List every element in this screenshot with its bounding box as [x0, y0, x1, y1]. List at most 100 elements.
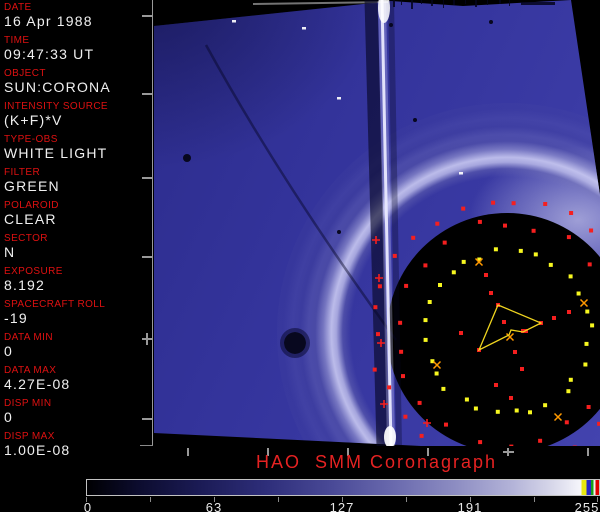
calibration-dot	[511, 201, 516, 206]
metadata-field: FILTER GREEN	[4, 167, 150, 194]
metadata-value: (K+F)*V	[4, 112, 63, 128]
calibration-dot	[461, 206, 466, 211]
calibration-dot	[491, 200, 496, 205]
calibration-dot	[543, 202, 548, 206]
metadata-field: SPACECRAFT ROLL -19	[4, 299, 150, 326]
calibration-dot	[441, 386, 446, 391]
calibration-dot	[576, 291, 581, 296]
colorbar-tick	[406, 497, 407, 502]
metadata-field: INTENSITY SOURCE (K+F)*V	[4, 101, 150, 128]
calibration-dot	[423, 318, 428, 323]
metadata-value: 09:47:33 UT	[4, 46, 95, 62]
metadata-label: POLAROID	[4, 200, 59, 211]
left-tick	[142, 93, 152, 95]
pointer-polygon	[477, 304, 543, 352]
metadata-sidebar: DATE 16 Apr 1988 TIME 09:47:33 UT OBJECT SUN:…	[0, 0, 152, 460]
colorbar-label: 255	[574, 500, 600, 512]
top-edge-serrations	[393, 0, 555, 9]
metadata-field: DATA MIN 0	[4, 332, 150, 359]
metadata-field: TYPE-OBS WHITE LIGHT	[4, 134, 150, 161]
coronagraph-image	[153, 0, 600, 446]
calibration-dot	[518, 248, 523, 253]
left-tick	[142, 256, 152, 258]
colorbar-label: 0	[83, 500, 93, 512]
metadata-label: EXPOSURE	[4, 266, 63, 277]
metadata-label: DATA MIN	[4, 332, 53, 343]
calibration-dot	[590, 323, 595, 328]
calibration-dot	[442, 240, 447, 245]
calibration-dot	[584, 341, 589, 346]
calibration-dot	[587, 262, 592, 267]
metadata-label: DISP MIN	[4, 398, 52, 409]
calibration-dot	[376, 332, 380, 337]
metadata-label: FILTER	[4, 167, 41, 178]
metadata-value: CLEAR	[4, 211, 57, 227]
metadata-field: OBJECT SUN:CORONA	[4, 68, 150, 95]
metadata-value: WHITE LIGHT	[4, 145, 108, 161]
calibration-dot	[572, 445, 577, 446]
calibration-dot	[435, 221, 440, 226]
calibration-dot	[543, 403, 548, 408]
calibration-dot	[586, 405, 591, 409]
dark-dust-spots	[183, 20, 493, 358]
metadata-value: GREEN	[4, 178, 60, 194]
calibration-dot	[387, 385, 392, 390]
calibration-dot	[514, 408, 519, 413]
metadata-value: 0	[4, 343, 13, 359]
inner-red-dots	[459, 273, 571, 400]
calibration-dot	[533, 252, 538, 257]
calibration-dot	[423, 263, 428, 268]
calibration-dot	[585, 309, 590, 314]
metadata-label: SPACECRAFT ROLL	[4, 299, 106, 310]
calibration-dot	[427, 300, 432, 304]
calibration-dot	[377, 284, 382, 289]
calibration-dot	[392, 253, 397, 258]
metadata-value: N	[4, 244, 16, 260]
calibration-dot	[423, 337, 428, 342]
calibration-dot	[478, 440, 483, 445]
calibration-dot	[373, 305, 378, 310]
calibration-dot	[411, 235, 416, 240]
colorbar-tick	[150, 497, 151, 502]
left-tick	[142, 177, 152, 179]
metadata-label: DATA MAX	[4, 365, 57, 376]
colorbar-gradient	[86, 479, 600, 496]
metadata-field: POLAROID CLEAR	[4, 200, 150, 227]
calibration-dot	[495, 409, 500, 414]
calibration-dot	[538, 438, 543, 443]
calibration-dot	[401, 374, 405, 379]
calibration-dot	[568, 377, 573, 382]
colorbar-tick	[534, 497, 535, 502]
calibration-dot	[451, 270, 456, 275]
metadata-field: DISP MIN 0	[4, 398, 150, 425]
metadata-field: DISP MAX 1.00E-08	[4, 431, 150, 458]
metadata-value: 4.27E-08	[4, 376, 71, 392]
calibration-dot	[434, 371, 439, 376]
calibration-dot	[568, 274, 573, 279]
calibration-dot	[473, 406, 478, 411]
metadata-label: DATE	[4, 2, 32, 13]
calibration-dot	[477, 219, 482, 224]
calibration-dot	[417, 400, 422, 405]
calibration-dot	[566, 389, 571, 394]
calibration-dot	[509, 444, 514, 446]
calibration-dot	[419, 433, 424, 438]
colorbar-label: 191	[457, 500, 483, 512]
white-specks	[232, 20, 463, 175]
calibration-dot	[398, 320, 403, 325]
left-tick	[142, 418, 152, 420]
calibration-dot	[569, 211, 574, 215]
calibration-dot	[399, 349, 404, 354]
calibration-dot	[583, 362, 588, 367]
calibration-dot	[531, 228, 536, 233]
colorbar-tick	[278, 497, 279, 502]
calibration-dot	[528, 410, 532, 415]
left-tick-cross	[146, 333, 148, 345]
calibration-dot-rings	[372, 200, 600, 446]
calibration-dot	[564, 420, 569, 425]
metadata-value: 1.00E-08	[4, 442, 71, 458]
calibration-dot	[493, 247, 498, 252]
metadata-label: TYPE-OBS	[4, 134, 58, 145]
calibration-dot	[403, 414, 408, 419]
metadata-label: OBJECT	[4, 68, 46, 79]
